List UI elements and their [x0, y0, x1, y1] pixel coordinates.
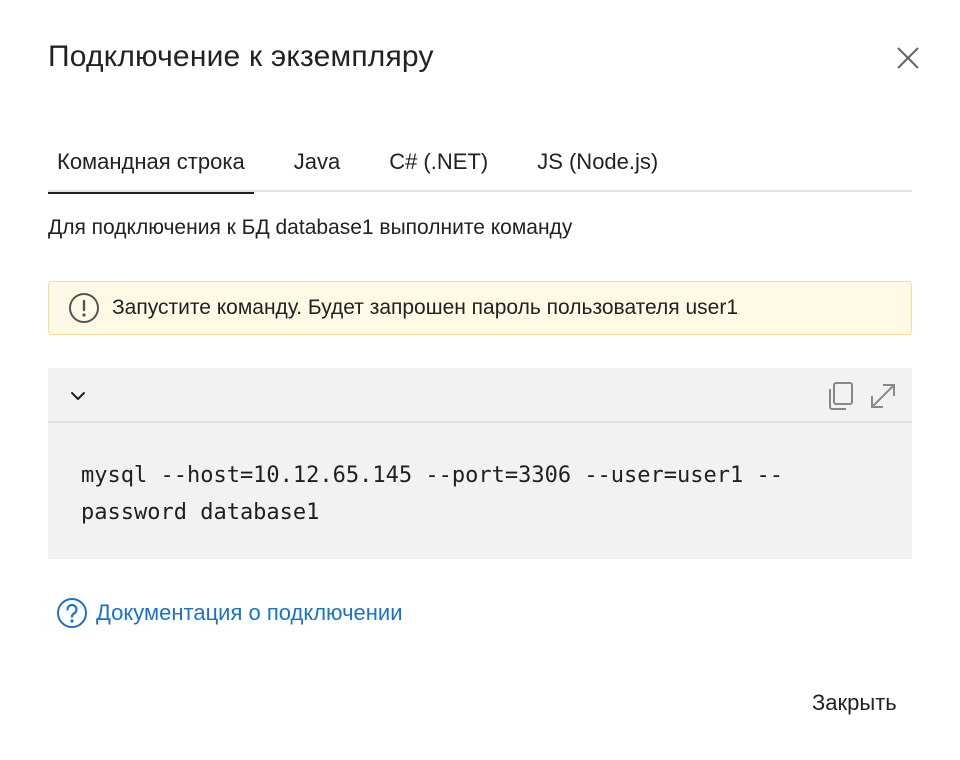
tab-nodejs[interactable]: JS (Node.js): [528, 134, 667, 192]
documentation-link-label[interactable]: Документация о подключении: [96, 600, 403, 626]
close-icon[interactable]: [892, 42, 924, 74]
code-block: mysql --host=10.12.65.145 --port=3306 --…: [48, 368, 912, 559]
connect-dialog: Подключение к экземпляру Командная строк…: [0, 0, 960, 760]
help-circle-icon: [56, 597, 88, 629]
warning-alert: Запустите команду. Будет запрошен пароль…: [48, 281, 912, 335]
documentation-link[interactable]: Документация о подключении: [56, 597, 403, 629]
connection-command[interactable]: mysql --host=10.12.65.145 --port=3306 --…: [48, 423, 912, 531]
close-button[interactable]: Закрыть: [802, 686, 907, 720]
alert-text: Запустите команду. Будет запрошен пароль…: [112, 296, 739, 319]
dialog-title: Подключение к экземпляру: [48, 40, 434, 73]
connection-description: Для подключения к БД database1 выполните…: [48, 216, 573, 239]
tab-java[interactable]: Java: [285, 134, 349, 192]
tab-csharp[interactable]: C# (.NET): [380, 134, 497, 192]
chevron-down-icon[interactable]: [66, 384, 90, 408]
tab-command-line[interactable]: Командная строка: [48, 134, 254, 194]
warning-circle-icon: [68, 292, 100, 324]
tab-bar: Командная строка Java C# (.NET) JS (Node…: [48, 134, 912, 194]
copy-icon[interactable]: [824, 379, 858, 413]
expand-icon[interactable]: [866, 379, 900, 413]
code-toolbar: [48, 368, 912, 423]
